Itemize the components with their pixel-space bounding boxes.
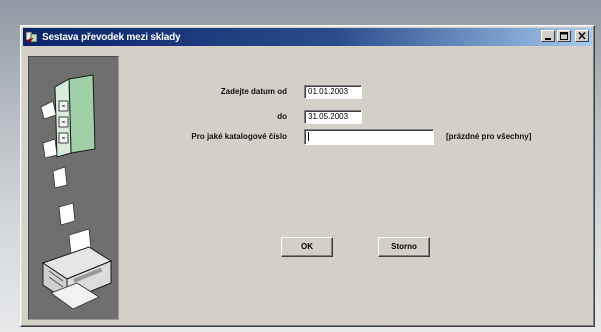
cancel-button[interactable]: Storno [378, 237, 430, 257]
catalog-hint: [prázdné pro všechny] [446, 132, 532, 141]
title-buttons [541, 30, 589, 42]
date-from-label: Zadejte datum od [220, 87, 287, 96]
app-icon [25, 31, 38, 43]
date-to-label: do [277, 112, 287, 121]
date-to-field[interactable]: 31.05.2003 [304, 110, 362, 124]
side-illustration-panel [28, 56, 119, 320]
text-caret [308, 132, 309, 141]
date-from-field[interactable]: 01.01.2003 [304, 85, 362, 99]
close-button[interactable] [575, 30, 589, 42]
dialog-window: Sestava převodek mezi sklady Zadejte dat… [20, 25, 595, 327]
close-icon [578, 32, 586, 40]
catalog-number-label: Pro jaké katalogové číslo [191, 132, 287, 141]
window-title: Sestava převodek mezi sklady [42, 31, 181, 43]
title-bar[interactable]: Sestava převodek mezi sklady [23, 28, 592, 46]
minimize-icon [545, 38, 551, 40]
maximize-icon [560, 32, 568, 40]
printer-with-papers-illustration [40, 74, 113, 310]
catalog-number-input[interactable] [304, 129, 434, 145]
minimize-button[interactable] [541, 30, 555, 42]
ok-button[interactable]: OK [281, 237, 333, 257]
maximize-button[interactable] [557, 30, 571, 42]
